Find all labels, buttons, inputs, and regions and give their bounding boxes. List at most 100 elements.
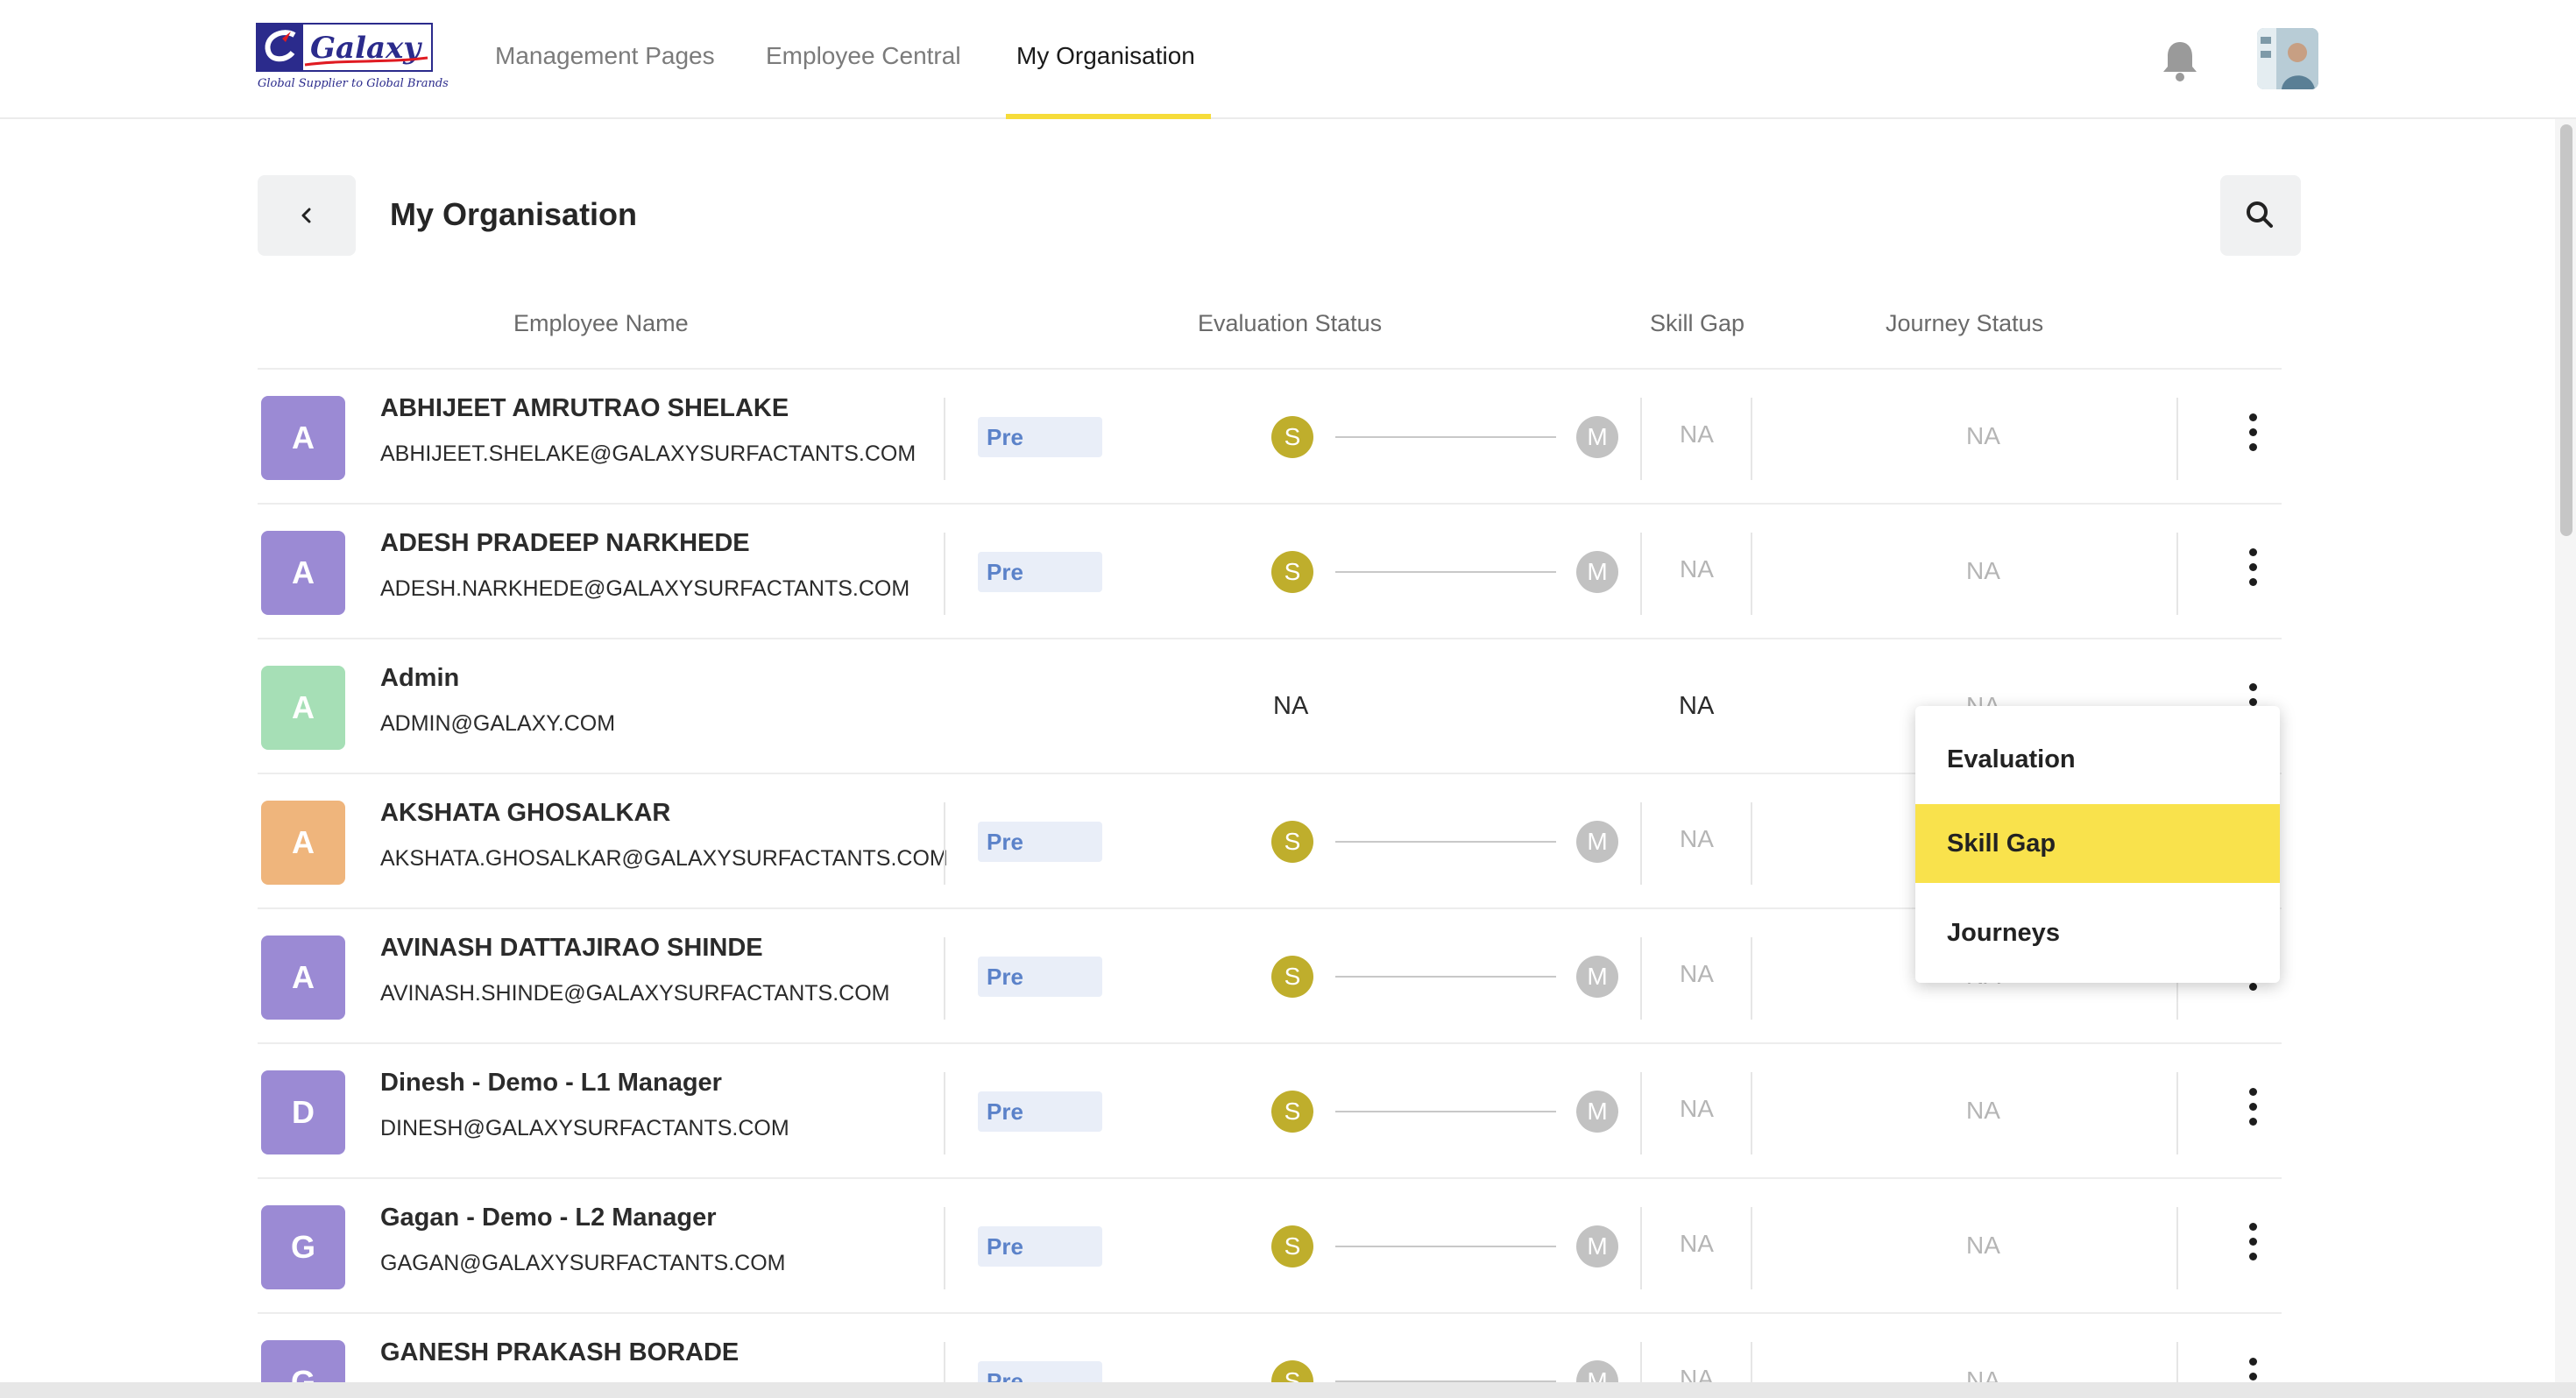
top-navigation: Galaxy Global Supplier to Global Brands … [0,0,2576,119]
table-row[interactable]: G Gagan - Demo - L2 Manager GAGAN@GALAXY… [0,1179,2576,1314]
self-evaluation-dot: S [1271,416,1313,458]
employee-initial-avatar: G [261,1205,345,1289]
employee-initial-avatar: A [261,936,345,1020]
employee-name: ADESH PRADEEP NARKHEDE [380,529,750,557]
manager-evaluation-dot: M [1576,956,1618,998]
vertical-scrollbar-thumb[interactable] [2560,124,2572,536]
evaluation-progress-track [1335,976,1556,978]
column-divider [2176,533,2178,615]
column-divider [1751,398,1752,480]
employee-initial-avatar: A [261,396,345,480]
active-tab-indicator [1006,114,1211,119]
employee-name: ABHIJEET AMRUTRAO SHELAKE [380,394,789,422]
skill-gap-value: NA [1680,825,1714,852]
skill-gap-value: NA [1679,692,1715,720]
skill-gap-value: NA [1680,960,1714,987]
column-divider [1751,937,1752,1020]
employee-email: AVINASH.SHINDE@GALAXYSURFACTANTS.COM [380,981,890,1006]
column-divider [1640,802,1642,885]
self-evaluation-dot: S [1271,551,1313,593]
manager-evaluation-dot: M [1576,1225,1618,1267]
journey-status-value: NA [1966,557,2000,584]
row-more-options-icon[interactable] [2240,548,2266,596]
horizontal-scrollbar[interactable] [0,1382,2576,1398]
self-evaluation-dot: S [1271,1360,1313,1382]
page-title: My Organisation [390,196,638,232]
back-button[interactable] [258,175,356,256]
menu-item-evaluation[interactable]: Evaluation [1915,720,2280,799]
user-avatar[interactable] [2257,28,2318,89]
employee-name: Dinesh - Demo - L1 Manager [380,1069,722,1097]
row-actions-menu: Evaluation Skill Gap Journeys [1915,706,2280,983]
column-divider [1640,937,1642,1020]
nav-management-pages[interactable]: Management Pages [495,42,715,70]
evaluation-stage-badge: Pre [978,822,1102,862]
employee-email: GAGAN@GALAXYSURFACTANTS.COM [380,1251,786,1275]
nav-employee-central[interactable]: Employee Central [766,42,961,70]
column-divider [2176,1342,2178,1382]
vertical-scrollbar[interactable] [2555,119,2576,1382]
employee-email: AKSHATA.GHOSALKAR@GALAXYSURFACTANTS.COM [380,846,948,871]
manager-evaluation-dot: M [1576,551,1618,593]
skill-gap-value: NA [1680,555,1714,582]
skill-gap-value: NA [1680,420,1714,448]
self-evaluation-dot: S [1271,1225,1313,1267]
row-more-options-icon[interactable] [2240,1088,2266,1135]
self-evaluation-dot: S [1271,956,1313,998]
galaxy-logo-mark: Galaxy [256,23,433,72]
table-row[interactable]: G GANESH PRAKASH BORADE Pre S M NA NA [0,1314,2576,1382]
column-header-employee-name: Employee Name [513,310,689,336]
employee-name: Gagan - Demo - L2 Manager [380,1204,717,1232]
user-photo-icon [2257,28,2318,89]
employee-name: GANESH PRAKASH BORADE [380,1338,740,1366]
column-divider [1751,533,1752,615]
evaluation-stage-badge: Pre [978,1361,1102,1382]
search-icon [2247,201,2273,228]
company-logo[interactable]: Galaxy Global Supplier to Global Brands [256,23,449,96]
column-divider [2176,398,2178,480]
menu-item-journeys[interactable]: Journeys [1915,893,2280,972]
evaluation-progress-track [1335,1246,1556,1247]
column-divider [944,1072,945,1154]
row-more-options-icon[interactable] [2240,413,2266,461]
employee-initial-avatar: A [261,801,345,885]
row-more-options-icon[interactable] [2240,1358,2266,1382]
employee-initial-avatar: G [261,1340,345,1382]
employee-initial-avatar: D [261,1070,345,1154]
column-divider [944,1207,945,1289]
column-divider [1640,1342,1642,1382]
table-row[interactable]: A ADESH PRADEEP NARKHEDE ADESH.NARKHEDE@… [0,505,2576,639]
search-button[interactable] [2220,175,2301,256]
column-divider [1751,1342,1752,1382]
manager-evaluation-dot: M [1576,416,1618,458]
self-evaluation-dot: S [1271,1091,1313,1133]
employee-email: ADMIN@GALAXY.COM [380,711,616,736]
column-divider [1751,802,1752,885]
evaluation-stage-badge: Pre [978,957,1102,997]
column-header-evaluation-status: Evaluation Status [1198,310,1383,336]
evaluation-progress-track [1335,571,1556,573]
self-evaluation-dot: S [1271,821,1313,863]
skill-gap-value: NA [1680,1365,1714,1382]
employee-initial-avatar: A [261,531,345,615]
manager-evaluation-dot: M [1576,821,1618,863]
employee-name: AKSHATA GHOSALKAR [380,799,671,827]
row-more-options-icon[interactable] [2240,1223,2266,1270]
notification-bell-icon[interactable] [2161,39,2199,82]
column-divider [944,398,945,480]
column-header-skill-gap: Skill Gap [1650,310,1745,336]
column-divider [1640,1207,1642,1289]
menu-item-skill-gap[interactable]: Skill Gap [1915,804,2280,883]
nav-my-organisation[interactable]: My Organisation [1016,42,1195,70]
evaluation-progress-track [1335,841,1556,843]
skill-gap-value: NA [1680,1230,1714,1257]
table-row[interactable]: A ABHIJEET AMRUTRAO SHELAKE ABHIJEET.SHE… [0,370,2576,505]
table-row[interactable]: D Dinesh - Demo - L1 Manager DINESH@GALA… [0,1044,2576,1179]
column-divider [1640,1072,1642,1154]
column-divider [944,802,945,885]
column-divider [944,937,945,1020]
skill-gap-value: NA [1680,1095,1714,1122]
journey-status-value: NA [1966,1097,2000,1124]
evaluation-stage-badge: Pre [978,417,1102,457]
column-divider [944,1342,945,1382]
